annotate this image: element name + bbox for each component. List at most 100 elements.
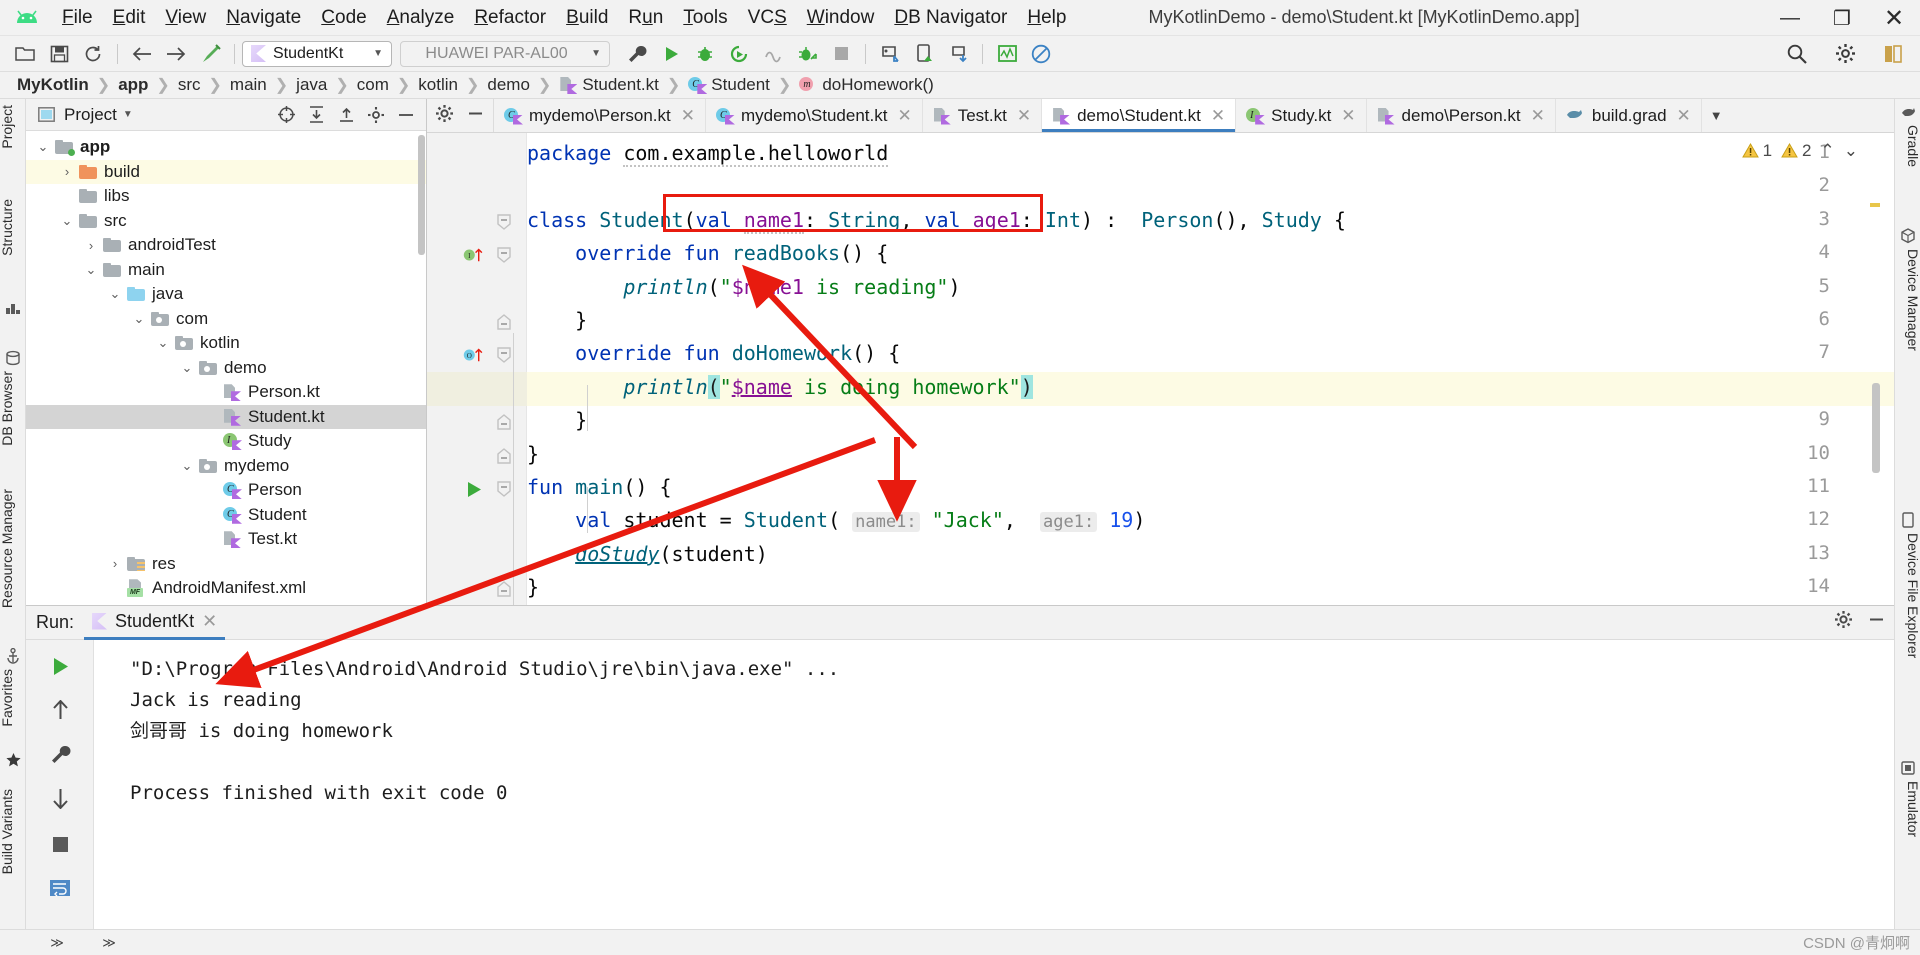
breadcrumb-item-kotlin[interactable]: kotlin <box>415 75 461 95</box>
tree-row-main[interactable]: ⌄ main <box>26 258 426 283</box>
tree-row-mydemo[interactable]: ⌄ mydemo <box>26 454 426 479</box>
save-all-icon[interactable] <box>44 40 74 68</box>
editor-tabs-overflow-icon[interactable]: ▼ <box>1702 99 1731 132</box>
gutter-run-icon[interactable] <box>463 478 485 500</box>
breadcrumb-item-student-kt[interactable]: Student.kt <box>556 75 662 95</box>
hide-editor-icon[interactable] <box>466 104 485 128</box>
tree-row-java[interactable]: ⌄ java <box>26 282 426 307</box>
rail-item-favorites[interactable]: Favorites <box>0 669 25 727</box>
code-fold-toggle[interactable] <box>495 244 513 266</box>
menu-refactor[interactable]: Refactor <box>464 5 556 31</box>
menu-window[interactable]: Window <box>797 5 885 31</box>
code-line-8[interactable]: println("$name is doing homework") <box>527 370 1033 404</box>
open-folder-icon[interactable] <box>10 40 40 68</box>
run-configuration-selector[interactable]: StudentKt ▼ <box>242 40 392 67</box>
code-fold-toggle[interactable] <box>495 478 513 500</box>
rail-item-gradle[interactable]: Gradle <box>1895 125 1920 167</box>
editor-tab-test-kt[interactable]: Test.kt ✕ <box>923 99 1043 132</box>
chevron-down-icon[interactable]: ⌄ <box>176 360 198 376</box>
tree-row-person-kt[interactable]: Person.kt <box>26 380 426 405</box>
breadcrumb-item-student-class[interactable]: C Student <box>685 75 773 95</box>
tree-row-student-kt[interactable]: Student.kt <box>26 404 426 429</box>
menu-build[interactable]: Build <box>556 5 618 31</box>
tree-row-androidmanifest-xml[interactable]: MF AndroidManifest.xml <box>26 576 426 601</box>
tree-row-build[interactable]: › build <box>26 159 426 184</box>
tree-row-study[interactable]: I Study <box>26 429 426 454</box>
minimize-button[interactable]: — <box>1764 0 1816 36</box>
menu-vcs[interactable]: VCS <box>738 5 797 31</box>
layout-inspector-icon[interactable] <box>992 40 1022 68</box>
breadcrumb-item-java[interactable]: java <box>293 75 330 95</box>
avd-manager-icon[interactable] <box>875 40 905 68</box>
menu-navigate[interactable]: Navigate <box>216 5 311 31</box>
code-fold-toggle[interactable] <box>495 344 513 366</box>
run-icon-console[interactable] <box>26 648 94 684</box>
menu-analyze[interactable]: Analyze <box>377 5 465 31</box>
project-structure-icon[interactable] <box>1878 40 1908 68</box>
code-line-1[interactable]: package com.example.helloworld <box>527 136 889 170</box>
editor-tab-close-icon[interactable]: ✕ <box>1677 106 1691 126</box>
code-fold-toggle[interactable] <box>495 411 513 433</box>
code-editor[interactable]: 1234I567O89101112131415 package com.exam… <box>427 133 1894 605</box>
gutter-overriding-member-icon[interactable]: O <box>463 344 485 366</box>
editor-tab-build-grad[interactable]: build.grad ✕ <box>1556 99 1702 132</box>
collapse-all-icon[interactable] <box>334 103 358 127</box>
code-line-10[interactable]: } <box>527 437 539 471</box>
menu-help[interactable]: Help <box>1017 5 1076 31</box>
prev-problem-icon[interactable]: ⌃ <box>1821 141 1835 161</box>
settings-gear-icon[interactable] <box>1830 40 1860 68</box>
editor-tab-close-icon[interactable]: ✕ <box>681 106 695 126</box>
run-console-output[interactable]: "D:\Program Files\Android\Android Studio… <box>94 640 1894 955</box>
editor-tab-close-icon[interactable]: ✕ <box>1017 106 1031 126</box>
gear-icon-editor[interactable] <box>435 104 454 128</box>
run-tab-studentkt[interactable]: StudentKt ✕ <box>84 606 226 640</box>
chevron-down-icon[interactable]: ⌄ <box>56 213 78 229</box>
rail-item-project[interactable]: Project <box>0 105 25 149</box>
editor-tab-demo-person-kt[interactable]: demo\Person.kt ✕ <box>1367 99 1556 132</box>
menu-db-navigator[interactable]: DB Navigator <box>884 5 1017 31</box>
rail-item-structure[interactable]: Structure <box>0 199 25 256</box>
device-file-explorer-icon[interactable] <box>1899 511 1917 529</box>
favorites-star-icon-rail[interactable] <box>4 299 22 317</box>
editor-tab-demo-student-kt[interactable]: demo\Student.kt ✕ <box>1042 99 1237 132</box>
rerun-up-icon[interactable] <box>26 692 94 728</box>
code-line-9[interactable]: } <box>527 403 587 437</box>
run-tab-close-icon[interactable]: ✕ <box>202 611 217 632</box>
device-manager-icon[interactable] <box>909 40 939 68</box>
sync-icon[interactable] <box>78 40 108 68</box>
menu-run[interactable]: Run <box>618 5 673 31</box>
editor-tab-close-icon[interactable]: ✕ <box>1531 106 1545 126</box>
stop-icon-run[interactable] <box>26 826 94 862</box>
code-line-7[interactable]: override fun doHomework() { <box>527 336 900 370</box>
project-tree[interactable]: ⌄ app › build libs ⌄ src › androidTest ⌄ main ⌄ java… <box>26 131 426 605</box>
rail-item-device-manager[interactable]: Device Manager <box>1895 249 1920 351</box>
code-line-5[interactable]: println("$name1 is reading") <box>527 270 960 304</box>
chevron-down-icon[interactable]: ⌄ <box>128 311 150 327</box>
editor-scrollbar-thumb[interactable] <box>1872 383 1880 473</box>
run-icon[interactable] <box>656 40 686 68</box>
rail-item-resource-manager[interactable]: Resource Manager <box>0 489 25 608</box>
code-line-4[interactable]: override fun readBooks() { <box>527 236 888 270</box>
tree-row-androidtest[interactable]: › androidTest <box>26 233 426 258</box>
db-browser-icon[interactable] <box>4 349 22 367</box>
project-scrollbar[interactable] <box>418 135 425 255</box>
editor-tab-close-icon[interactable]: ✕ <box>1211 106 1225 126</box>
code-line-3[interactable]: class Student(val name1: String, val age… <box>527 203 1346 237</box>
wrench-icon-run[interactable] <box>26 736 94 772</box>
chevron-down-icon[interactable]: ⌄ <box>152 335 174 351</box>
device-selector[interactable]: HUAWEI PAR-AL00 ▼ <box>400 40 610 67</box>
menu-view[interactable]: View <box>155 5 216 31</box>
tree-row-student[interactable]: C Student <box>26 503 426 528</box>
menu-tools[interactable]: Tools <box>673 5 737 31</box>
anchor-icon[interactable] <box>4 647 22 665</box>
tree-row-src[interactable]: ⌄ src <box>26 209 426 234</box>
code-fold-toggle[interactable] <box>495 211 513 233</box>
breadcrumb-item-com[interactable]: com <box>354 75 392 95</box>
gradle-elephant-icon[interactable] <box>1899 103 1917 121</box>
editor-gutter[interactable] <box>427 133 527 605</box>
gutter-implementing-member-icon[interactable]: I <box>463 244 485 266</box>
breadcrumb-item-app[interactable]: app <box>115 75 151 95</box>
hide-run-panel-icon[interactable] <box>1867 610 1886 634</box>
breadcrumb-item-demo[interactable]: demo <box>484 75 533 95</box>
hide-panel-icon[interactable] <box>394 103 418 127</box>
